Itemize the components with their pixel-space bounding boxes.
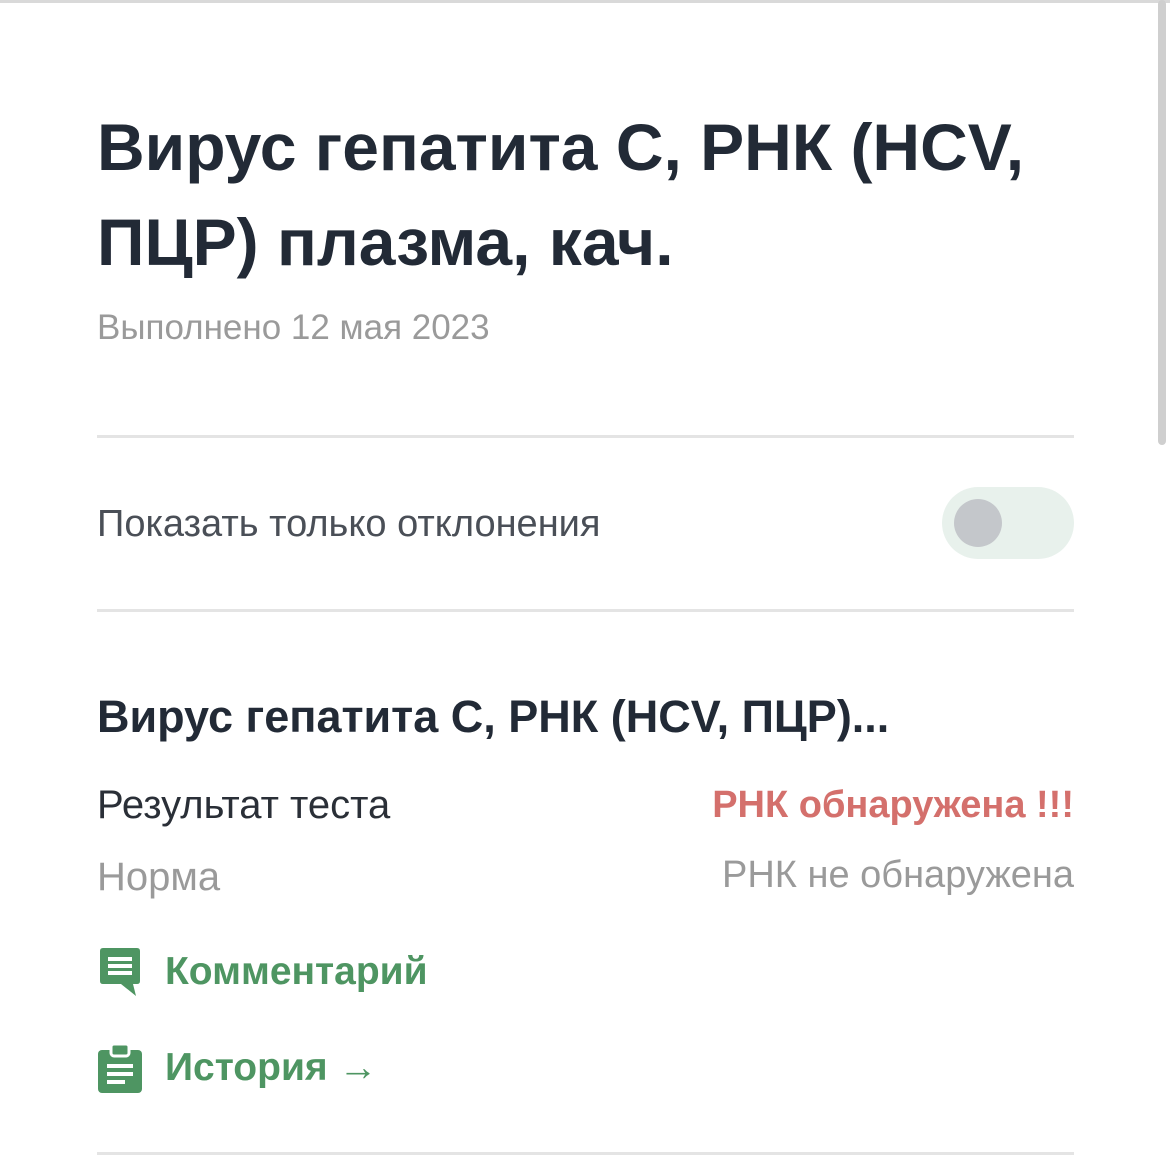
comment-label: Комментарий xyxy=(165,950,428,993)
deviations-filter-label: Показать только отклонения xyxy=(97,503,601,545)
history-link[interactable]: История → xyxy=(97,1042,378,1094)
clipboard-icon xyxy=(97,1042,143,1094)
toggle-knob xyxy=(954,499,1002,547)
test-name: Вирус гепатита С, РНК (HCV, ПЦР)... xyxy=(97,691,890,742)
performed-date: Выполнено 12 мая 2023 xyxy=(97,308,490,347)
top-border xyxy=(0,0,1170,3)
result-label: Результат теста xyxy=(97,783,391,827)
norm-label: Норма xyxy=(97,855,221,899)
deviations-toggle[interactable] xyxy=(942,487,1074,559)
page-title: Вирус гепатита С, РНК (HCV, ПЦР) плазма,… xyxy=(97,110,1025,279)
comment-link[interactable]: Комментарий xyxy=(97,946,428,998)
comment-icon xyxy=(97,946,143,998)
history-label: История → xyxy=(165,1046,378,1089)
scrollbar[interactable] xyxy=(1158,0,1166,445)
divider xyxy=(97,609,1074,612)
divider xyxy=(97,435,1074,438)
divider xyxy=(97,1152,1074,1155)
norm-value: РНК не обнаружена xyxy=(722,854,1074,896)
result-value: РНК обнаружена !!! xyxy=(712,784,1074,826)
